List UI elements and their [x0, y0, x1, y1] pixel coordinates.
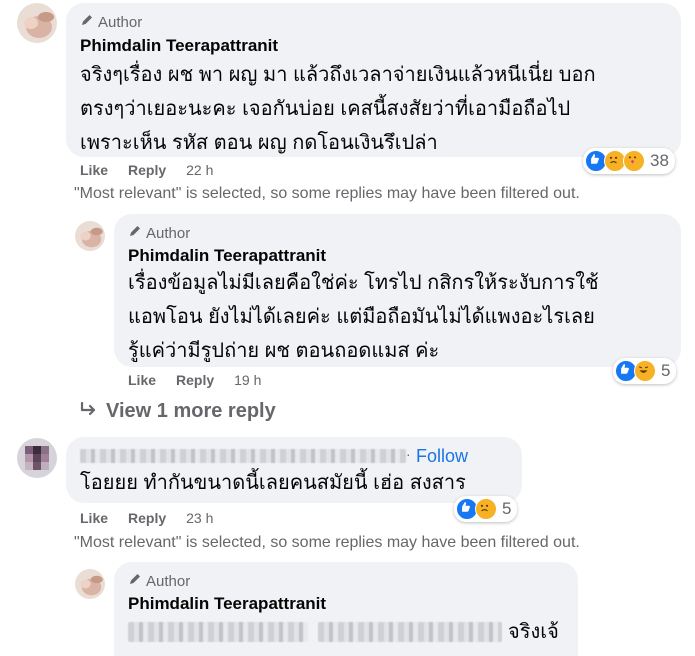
- author-label: Author: [98, 13, 143, 31]
- comment-time[interactable]: 22 h: [186, 162, 213, 178]
- reaction-count: 5: [661, 361, 671, 380]
- like-button[interactable]: Like: [80, 162, 108, 178]
- reply-button[interactable]: Reply: [176, 372, 214, 388]
- care-reaction-icon: [623, 150, 645, 172]
- view-more-label: View 1 more reply: [106, 400, 276, 422]
- pencil-icon: [128, 572, 142, 590]
- reply-arrow-icon: [80, 400, 98, 423]
- avatar[interactable]: [17, 438, 57, 478]
- author-label: Author: [146, 224, 191, 242]
- commenter-name[interactable]: Phimdalin Teerapattranit: [80, 36, 278, 56]
- author-label: Author: [146, 572, 191, 590]
- reaction-summary[interactable]: 5: [454, 496, 518, 522]
- pencil-icon: [80, 13, 94, 31]
- redacted-commenter-name: [80, 449, 406, 463]
- reply-button[interactable]: Reply: [128, 510, 166, 526]
- redacted-text: [128, 622, 308, 642]
- reaction-count: 38: [650, 151, 669, 170]
- comment-actions: Like Reply 19 h: [128, 372, 261, 388]
- author-badge: Author: [128, 224, 190, 242]
- sad-reaction-icon: [475, 498, 497, 520]
- reaction-summary[interactable]: 38: [583, 148, 675, 174]
- haha-reaction-icon: [634, 360, 656, 382]
- name-separator: ·: [406, 446, 411, 462]
- avatar[interactable]: [17, 3, 57, 43]
- view-more-replies-link[interactable]: View 1 more reply: [80, 400, 276, 423]
- reaction-summary[interactable]: 5: [613, 358, 677, 384]
- author-badge: Author: [80, 13, 142, 31]
- comment-text-suffix: จริงเจ้: [508, 621, 559, 643]
- commenter-name[interactable]: Phimdalin Teerapattranit: [128, 594, 326, 614]
- commenter-name[interactable]: Phimdalin Teerapattranit: [128, 246, 326, 266]
- comment-actions: Like Reply 23 h: [80, 510, 213, 526]
- author-badge: Author: [128, 572, 190, 590]
- follow-button[interactable]: Follow: [416, 446, 468, 467]
- reply-button[interactable]: Reply: [128, 162, 166, 178]
- comment-time[interactable]: 19 h: [234, 372, 261, 388]
- avatar[interactable]: [75, 221, 105, 251]
- comment-text: จริงๆเรื่อง ผช พา ผญ มา แล้วถึงเวลาจ่ายเ…: [80, 64, 596, 154]
- comment-text: เรื่องข้อมูลไม่มีเลยคือใช่ค่ะ โทรไป กสิก…: [128, 272, 599, 362]
- pencil-icon: [128, 224, 142, 242]
- comment-text: โอยยย ทำกันขนาดนี้เลยคนสมัยนี้ เฮ่อ สงสา…: [80, 472, 466, 494]
- comment-actions: Like Reply 22 h: [80, 162, 213, 178]
- reaction-count: 5: [502, 499, 512, 518]
- redacted-text: [318, 622, 502, 642]
- avatar[interactable]: [75, 569, 105, 599]
- filter-note: "Most relevant" is selected, so some rep…: [74, 534, 580, 551]
- filter-note: "Most relevant" is selected, so some rep…: [74, 185, 580, 202]
- comment-time[interactable]: 23 h: [186, 510, 213, 526]
- like-button[interactable]: Like: [128, 372, 156, 388]
- like-button[interactable]: Like: [80, 510, 108, 526]
